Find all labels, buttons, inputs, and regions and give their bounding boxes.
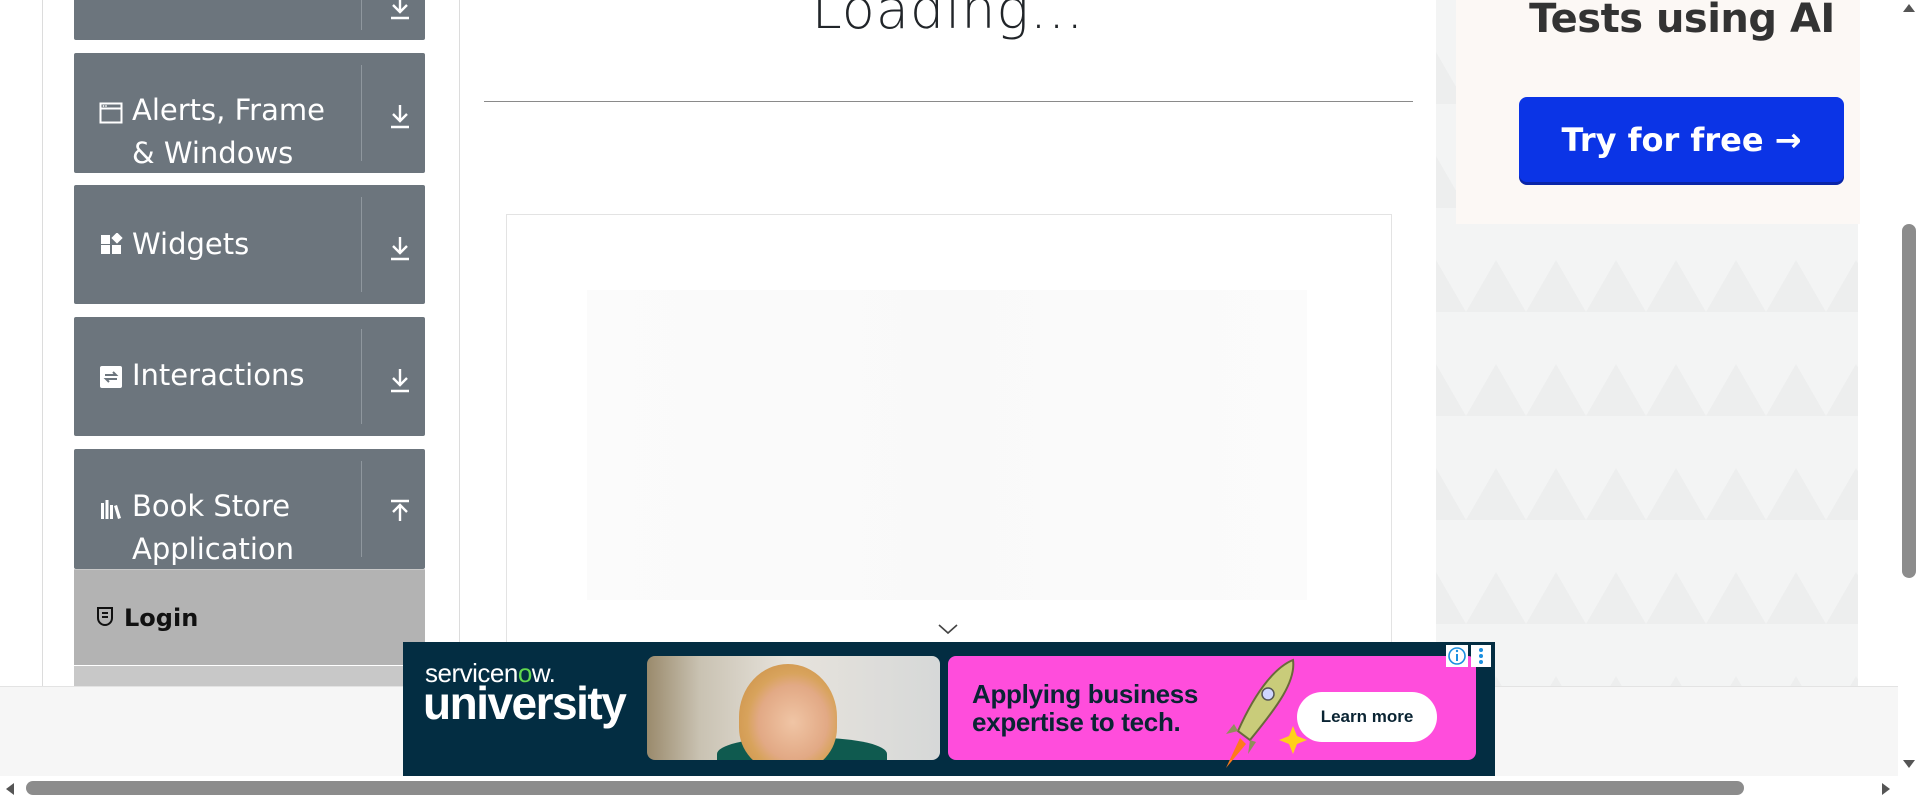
sidebar-group-label: Book Store Application (132, 489, 295, 566)
sidebar-group-top-partial[interactable] (74, 0, 425, 40)
scroll-down-arrow-icon[interactable] (1901, 758, 1917, 770)
download-arrow-icon (391, 0, 409, 20)
chevron-down-icon[interactable] (937, 622, 959, 636)
content-frame (506, 214, 1392, 646)
download-arrow-icon[interactable] (388, 367, 412, 393)
adchoices-icon[interactable] (1446, 645, 1468, 667)
sidebar-group-label: Interactions (132, 358, 305, 392)
sidebar-item-next-partial[interactable] (74, 666, 425, 686)
sidebar-right-border (459, 0, 460, 686)
group-divider (361, 0, 362, 30)
page-title: Loading... (811, 0, 1085, 41)
photo-person (739, 664, 837, 760)
sidebar-group-alerts-frame-windows[interactable]: Alerts, Frame & Windows (74, 53, 425, 173)
sidebar-item-label: Login (124, 604, 199, 632)
sidebar-group-widgets[interactable]: Widgets (74, 185, 425, 304)
ad-headline-line2: expertise to tech. (972, 707, 1181, 737)
learn-more-button[interactable]: Learn more (1297, 692, 1437, 742)
loading-placeholder (587, 290, 1307, 600)
interactions-icon (100, 366, 122, 388)
ad-message-panel: Applying business expertise to tech. Lea… (948, 656, 1476, 768)
window-icon (99, 102, 123, 124)
sidebar-group-book-store-application[interactable]: Book Store Application (74, 449, 425, 569)
ad-photo (647, 656, 940, 760)
right-ad-heading: Tests using AI (1529, 0, 1835, 42)
try-for-free-button[interactable]: Try for free → (1519, 97, 1844, 182)
group-divider (361, 461, 362, 557)
rocket-icon (1226, 658, 1307, 768)
sidebar-left-border (42, 0, 43, 686)
sidebar-group-label: Widgets (132, 227, 250, 261)
sidebar-group-label: Alerts, Frame & Windows (132, 93, 325, 170)
banner-ad[interactable]: servicenow. university Applying business… (403, 642, 1495, 776)
scroll-left-arrow-icon[interactable] (4, 781, 16, 797)
ad-headline-line1: Applying business (972, 679, 1199, 709)
group-divider (361, 65, 362, 161)
sidebar-item-login[interactable]: Login (74, 569, 425, 665)
group-divider (361, 329, 362, 424)
vertical-scrollbar-thumb[interactable] (1902, 224, 1916, 578)
widgets-icon (101, 233, 123, 254)
group-divider (361, 197, 362, 292)
sidebar-group-interactions[interactable]: Interactions (74, 317, 425, 436)
ad-headline: Applying business expertise to tech. (972, 680, 1198, 736)
title-divider (484, 101, 1413, 102)
login-icon (97, 607, 113, 626)
books-icon (101, 500, 121, 519)
scroll-up-arrow-icon[interactable] (1901, 2, 1917, 14)
scroll-right-arrow-icon[interactable] (1880, 781, 1892, 797)
download-arrow-icon[interactable] (388, 235, 412, 261)
horizontal-scrollbar-thumb[interactable] (26, 781, 1744, 795)
upload-arrow-icon[interactable] (388, 499, 412, 525)
download-arrow-icon[interactable] (388, 103, 412, 129)
university-logo-text: university (423, 677, 627, 729)
ad-menu-icon[interactable] (1471, 645, 1491, 667)
